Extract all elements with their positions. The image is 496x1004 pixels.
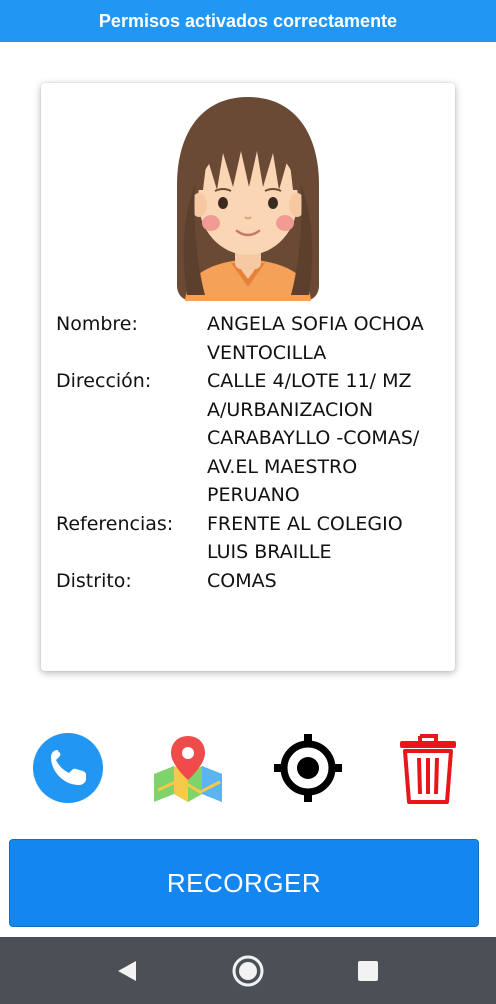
- girl-avatar-icon: [175, 95, 321, 303]
- delete-button[interactable]: [390, 730, 466, 806]
- client-info: Nombre: ANGELA SOFIA OCHOA VENTOCILLA Di…: [56, 310, 446, 595]
- info-row-direccion: Dirección: CALLE 4/LOTE 11/ MZ A/URBANIZ…: [56, 367, 446, 510]
- map-button[interactable]: [150, 730, 226, 806]
- nav-home-button[interactable]: [230, 953, 266, 989]
- system-nav-bar: [0, 937, 496, 1004]
- direccion-label: Dirección:: [56, 370, 152, 392]
- call-button[interactable]: [30, 730, 106, 806]
- referencias-label: Referencias:: [56, 512, 174, 535]
- nav-recents-button[interactable]: [350, 953, 386, 989]
- referencias-value: FRENTE AL COLEGIO LUIS BRAILLE: [207, 512, 403, 564]
- recoger-button[interactable]: RECORGER: [9, 839, 479, 927]
- status-banner: Permisos activados correctamente: [0, 0, 496, 42]
- map-pin-icon: [154, 736, 222, 802]
- locate-button[interactable]: [270, 730, 346, 806]
- phone-icon: [33, 733, 103, 803]
- distrito-label: Distrito:: [56, 569, 132, 592]
- back-triangle-icon: [118, 961, 136, 981]
- home-circle-icon: [232, 955, 264, 987]
- client-card: Nombre: ANGELA SOFIA OCHOA VENTOCILLA Di…: [41, 83, 455, 671]
- info-row-nombre: Nombre: ANGELA SOFIA OCHOA VENTOCILLA: [56, 310, 446, 367]
- action-bar: [0, 730, 496, 810]
- trash-icon: [400, 734, 456, 804]
- distrito-value: COMAS: [207, 569, 277, 592]
- nav-back-button[interactable]: [108, 953, 144, 989]
- info-row-distrito: Distrito: COMAS: [56, 567, 446, 596]
- recents-square-icon: [358, 961, 378, 981]
- recoger-button-label: RECORGER: [166, 867, 322, 898]
- crosshair-location-icon: [274, 734, 342, 802]
- status-banner-text: Permisos activados correctamente: [98, 10, 398, 31]
- info-row-referencias: Referencias: FRENTE AL COLEGIO LUIS BRAI…: [56, 510, 446, 567]
- nombre-label: Nombre:: [56, 313, 138, 335]
- nombre-value: ANGELA SOFIA OCHOA VENTOCILLA: [207, 313, 424, 364]
- direccion-value: CALLE 4/LOTE 11/ MZ A/URBANIZACION CARAB…: [207, 370, 420, 506]
